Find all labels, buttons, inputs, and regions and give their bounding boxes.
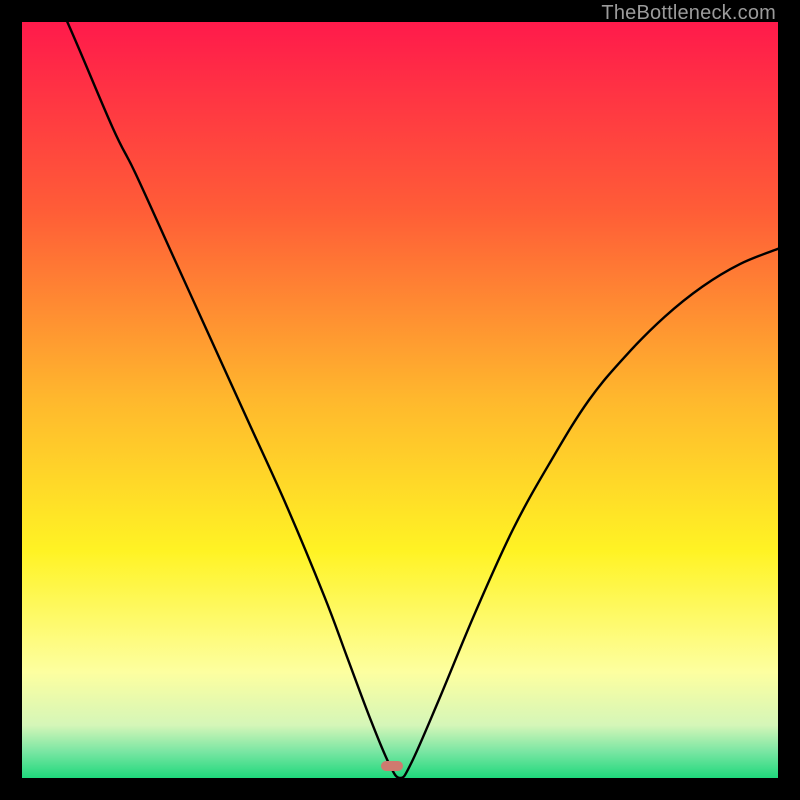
bottleneck-curve bbox=[22, 22, 778, 778]
plot-area bbox=[22, 22, 778, 778]
chart-frame: TheBottleneck.com bbox=[0, 0, 800, 800]
watermark-label: TheBottleneck.com bbox=[601, 2, 776, 25]
curve-layer bbox=[22, 22, 778, 778]
minimum-marker bbox=[381, 761, 403, 771]
